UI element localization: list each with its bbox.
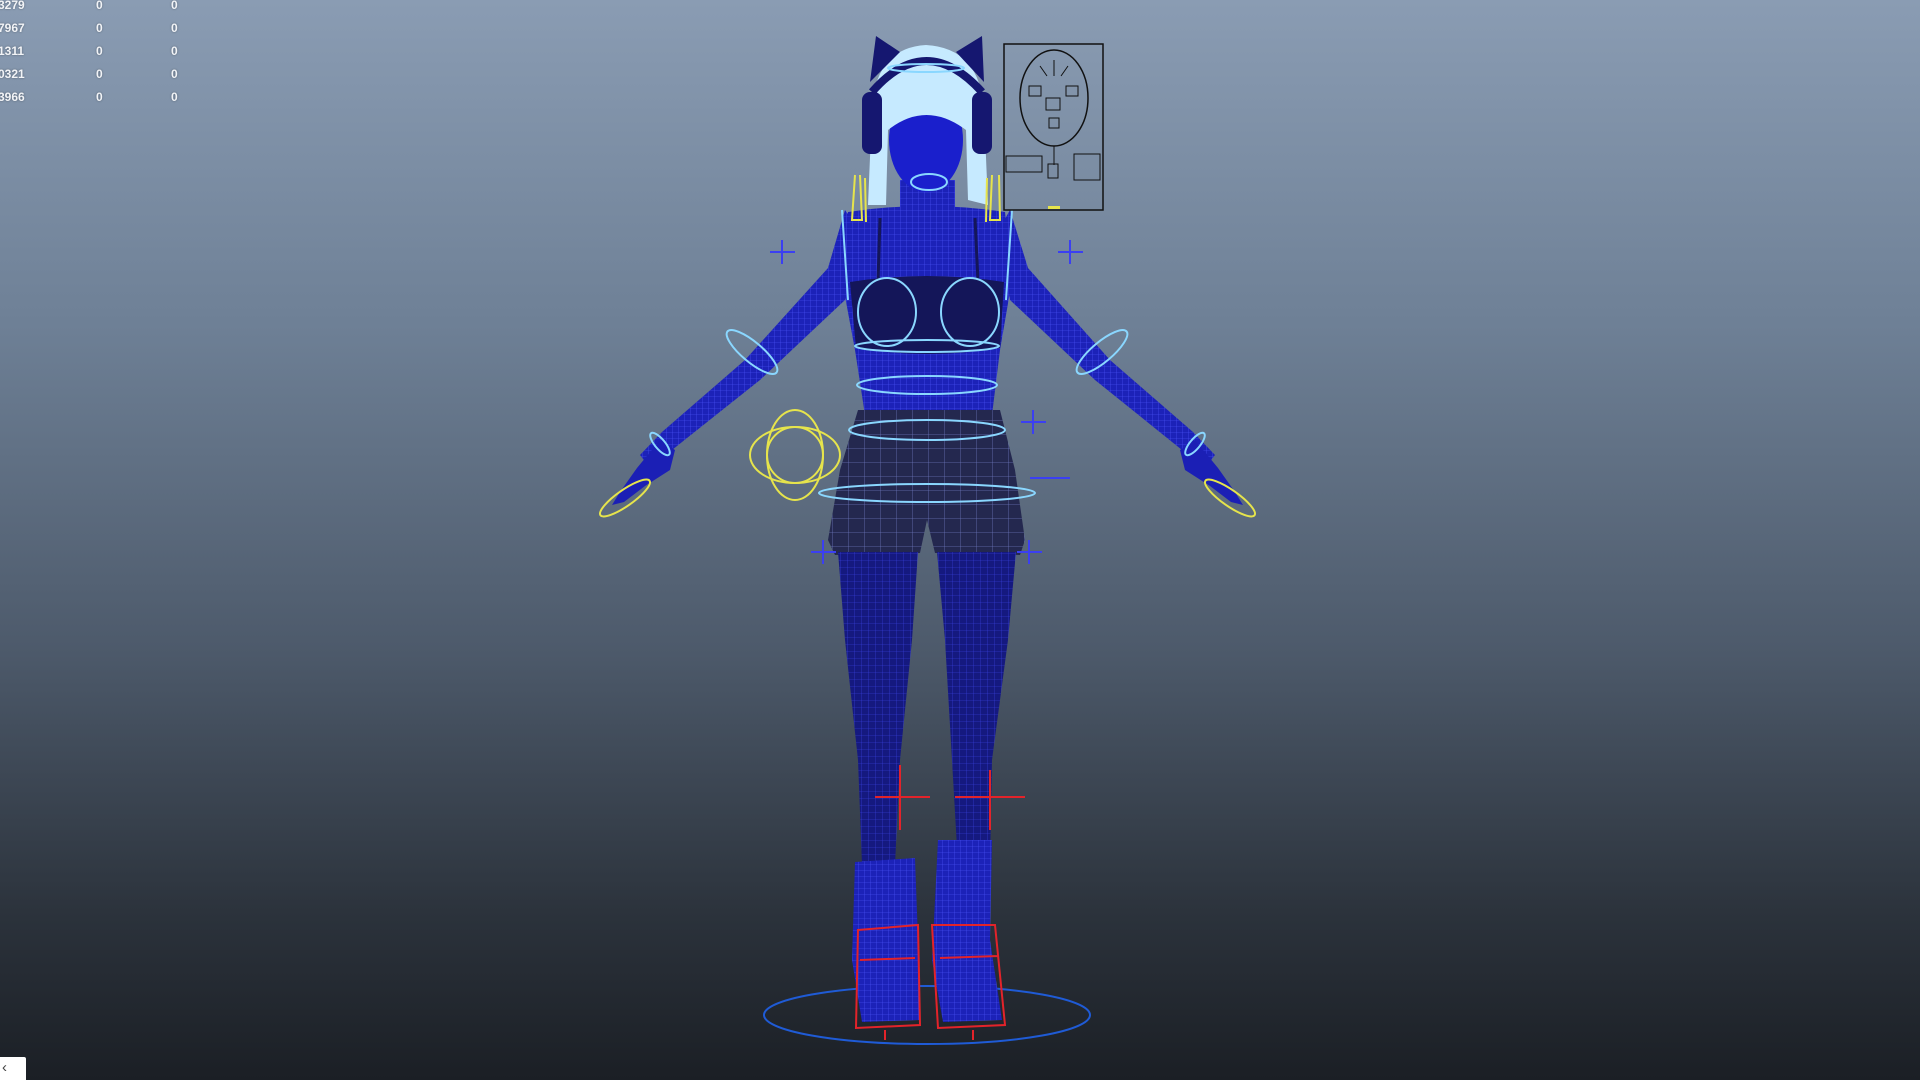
left-hand-mesh[interactable]	[612, 440, 675, 505]
character-model[interactable]	[612, 36, 1243, 1022]
left-elbow-locator[interactable]	[770, 240, 795, 264]
left-leg-mesh[interactable]	[838, 552, 918, 865]
left-arm-mesh[interactable]	[640, 210, 858, 468]
ground-control-ring[interactable]	[763, 985, 1091, 1045]
face-picker-panel[interactable]	[1003, 43, 1104, 211]
right-elbow-locator[interactable]	[1058, 240, 1083, 264]
right-hand-mesh[interactable]	[1180, 440, 1243, 505]
spine-locator[interactable]	[1021, 410, 1046, 434]
panel-collapse-tab[interactable]: ‹	[0, 1057, 26, 1080]
right-leg-mesh[interactable]	[937, 552, 1016, 865]
root-settings-control[interactable]	[749, 409, 841, 501]
right-boot-mesh[interactable]	[932, 840, 1002, 1022]
shorts-mesh[interactable]	[828, 410, 1025, 555]
left-boot-mesh[interactable]	[852, 858, 920, 1022]
3d-viewport[interactable]	[0, 0, 1920, 1080]
chevron-left-icon: ‹	[2, 1059, 7, 1076]
